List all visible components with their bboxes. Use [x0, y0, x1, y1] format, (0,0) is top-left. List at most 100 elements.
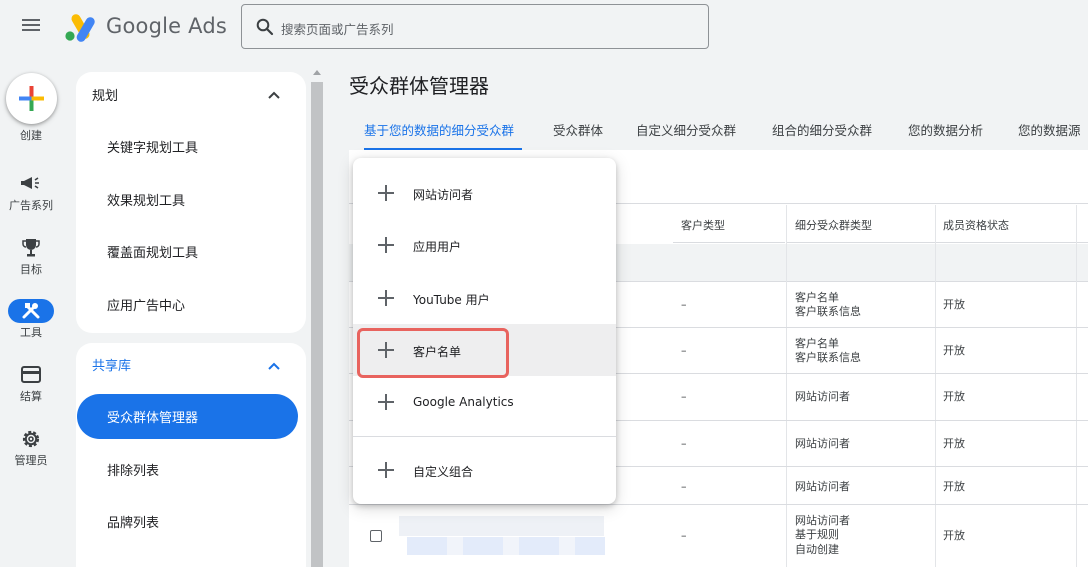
rail-label-billing: 结算 [20, 390, 42, 403]
menu-item-label: 应用用户 [413, 240, 462, 254]
cell-status: 开放 [943, 390, 965, 403]
rail-item-tools[interactable]: 工具 [0, 299, 62, 340]
credit-card-icon [21, 366, 41, 383]
column-header-membership-status[interactable]: 成员资格状态 [936, 205, 1088, 243]
menu-item-label: 自定义组合 [413, 465, 474, 479]
plus-icon [378, 237, 394, 253]
sidebar-item-app-advertising-hub[interactable]: 应用广告中心 [107, 295, 185, 314]
tools-icon [22, 303, 40, 319]
plus-icon [378, 394, 394, 410]
cell-status: 开放 [943, 344, 965, 357]
plus-icon [378, 462, 394, 478]
rail-label-goals: 目标 [20, 263, 42, 276]
menu-item-app-users[interactable]: 应用用户 [353, 219, 616, 271]
highlight-annotation-box [357, 328, 509, 378]
google-ads-logo-icon[interactable] [64, 12, 96, 42]
column-header-customer-type[interactable]: 客户类型 [673, 205, 785, 243]
menu-item-youtube-users[interactable]: YouTube 用户 [353, 272, 616, 324]
tab-your-data-segments[interactable]: 基于您的数据的细分受众群 [364, 120, 514, 139]
menu-divider [353, 436, 616, 437]
redacted-segment-detail [407, 537, 605, 555]
table-row[interactable]: – 网站访问者 基于规则 自动创建 开放 [349, 505, 1088, 567]
cell-segment-subtype: 客户联系信息 [795, 351, 861, 364]
sidebar-item-performance-planner[interactable]: 效果规划工具 [107, 190, 185, 209]
sidebar-scrollbar[interactable] [309, 68, 325, 567]
menu-item-label: 网站访问者 [413, 188, 474, 202]
planning-section-title[interactable]: 规划 [92, 85, 118, 104]
cell-segment-type: 网站访问者 [795, 480, 850, 493]
cell-segment-type: 客户名单 [795, 337, 839, 350]
column-header-segment-type[interactable]: 细分受众群类型 [787, 205, 935, 243]
cell-status: 开放 [943, 480, 965, 493]
rail-label-campaigns: 广告系列 [9, 199, 53, 212]
nav-rail: 创建 广告系列 目标 工具 结算 管理员 [0, 56, 62, 567]
tab-custom-segments[interactable]: 自定义细分受众群 [636, 120, 736, 139]
plus-icon [19, 86, 44, 111]
cell-segment-type: 网站访问者 [795, 390, 850, 403]
menu-item-google-analytics[interactable]: Google Analytics [353, 376, 616, 428]
plus-icon [378, 290, 394, 306]
search-icon [256, 18, 274, 36]
tab-your-data-sources[interactable]: 您的数据源 [1018, 120, 1081, 139]
rail-item-billing[interactable]: 结算 [0, 363, 62, 404]
cell-customer-type: – [681, 480, 687, 493]
rail-item-admin[interactable]: 管理员 [0, 427, 62, 468]
create-button[interactable] [6, 73, 57, 124]
scroll-up-arrow-icon[interactable] [313, 70, 321, 75]
cell-customer-type: – [681, 529, 687, 542]
sidebar-item-exclusion-lists[interactable]: 排除列表 [107, 460, 159, 479]
tab-combined-segments[interactable]: 组合的细分受众群 [772, 120, 872, 139]
column-header-label: 成员资格状态 [943, 219, 1009, 232]
menu-icon[interactable] [20, 16, 42, 38]
sidebar-item-audience-manager[interactable]: 受众群体管理器 [77, 394, 298, 439]
rail-item-campaigns[interactable]: 广告系列 [0, 172, 62, 213]
rail-item-create[interactable]: 创建 [0, 126, 62, 143]
cell-customer-type: – [681, 344, 687, 357]
create-label: 创建 [20, 129, 42, 142]
sidebar-item-audience-manager-label: 受众群体管理器 [107, 411, 199, 426]
cell-segment-type: 客户名单 [795, 291, 839, 304]
tab-your-data-insights[interactable]: 您的数据分析 [908, 120, 983, 139]
menu-item-custom-combination[interactable]: 自定义组合 [353, 444, 616, 496]
trophy-icon [22, 239, 40, 257]
cell-segment-type: 网站访问者 [795, 514, 850, 527]
rail-label-tools: 工具 [20, 326, 42, 339]
cell-segment-subtype: 自动创建 [795, 543, 839, 556]
gear-icon [22, 430, 40, 448]
menu-item-label: YouTube 用户 [413, 293, 490, 307]
cell-segment-type: 网站访问者 [795, 437, 850, 450]
planning-section: 规划 关键字规划工具 效果规划工具 覆盖面规划工具 应用广告中心 [76, 72, 306, 333]
page-title: 受众群体管理器 [349, 74, 489, 98]
cell-status: 开放 [943, 437, 965, 450]
scroll-thumb[interactable] [311, 82, 323, 567]
menu-item-website-visitors[interactable]: 网站访问者 [353, 167, 616, 219]
chevron-up-icon[interactable] [266, 87, 282, 103]
cell-customer-type: – [681, 390, 687, 403]
cell-status: 开放 [943, 529, 965, 542]
shared-library-section: 共享库 受众群体管理器 排除列表 品牌列表 [76, 343, 306, 567]
sidebar-item-brand-lists[interactable]: 品牌列表 [107, 512, 159, 531]
top-bar: Google Ads 搜索页面或广告系列 [0, 0, 1088, 56]
sidebar-item-reach-planner[interactable]: 覆盖面规划工具 [107, 242, 198, 261]
sidebar-item-keyword-planner[interactable]: 关键字规划工具 [107, 137, 198, 156]
search-placeholder: 搜索页面或广告系列 [281, 22, 394, 37]
column-header-label: 客户类型 [681, 219, 725, 232]
cell-segment-subtype: 客户联系信息 [795, 305, 861, 318]
tab-bar: 基于您的数据的细分受众群 受众群体 自定义细分受众群 组合的细分受众群 您的数据… [349, 110, 1088, 150]
column-header-label: 细分受众群类型 [795, 219, 872, 232]
redacted-segment-name [399, 516, 604, 536]
cell-customer-type: – [681, 437, 687, 450]
tab-audiences[interactable]: 受众群体 [553, 120, 603, 139]
search-input[interactable]: 搜索页面或广告系列 [241, 4, 709, 49]
cell-status: 开放 [943, 298, 965, 311]
brand-name[interactable]: Google Ads [106, 14, 227, 38]
plus-icon [378, 185, 394, 201]
shared-library-section-title[interactable]: 共享库 [92, 355, 131, 374]
row-checkbox[interactable] [370, 530, 382, 542]
chevron-up-icon[interactable] [266, 358, 282, 374]
tools-active-pill [8, 299, 54, 323]
rail-item-goals[interactable]: 目标 [0, 236, 62, 277]
rail-label-admin: 管理员 [14, 454, 48, 467]
cell-customer-type: – [681, 298, 687, 311]
megaphone-icon [21, 177, 39, 189]
